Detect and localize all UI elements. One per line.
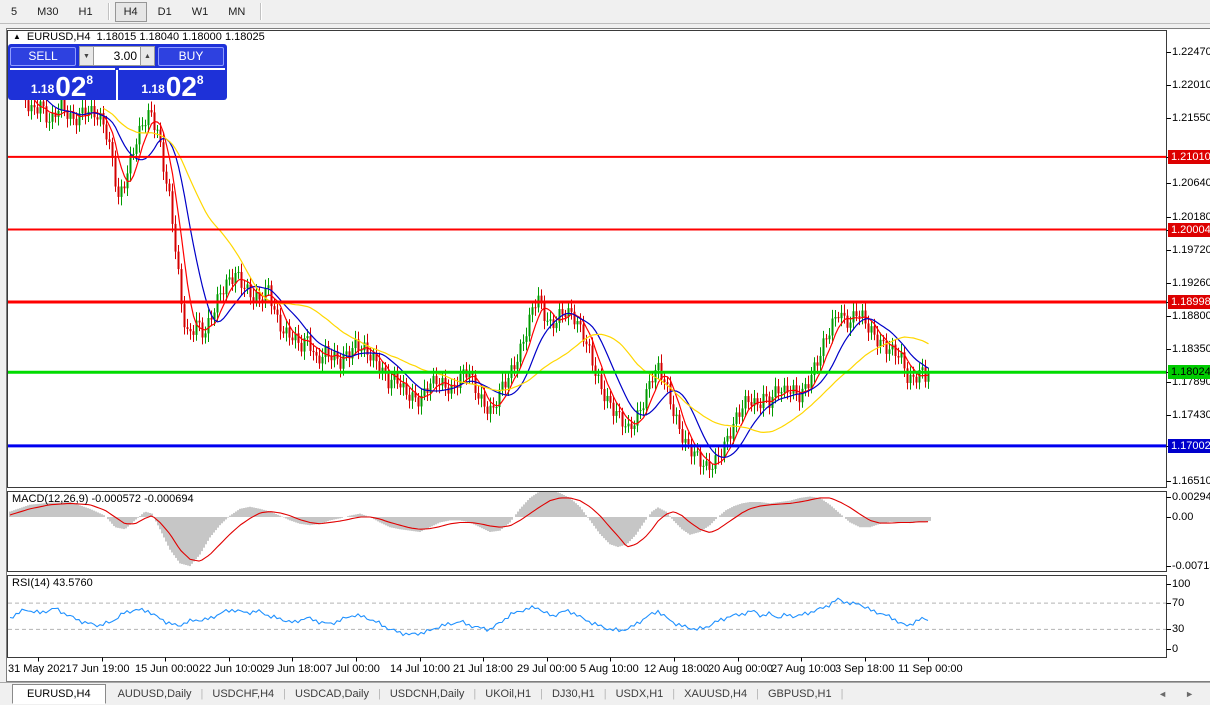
price-level-badge: 1.17002 — [1168, 439, 1210, 453]
price-axis-label: 1.19260 — [1172, 277, 1210, 289]
chart-tab[interactable]: UKOil,H1 — [477, 685, 539, 703]
chart-tab[interactable]: DJ30,H1 — [544, 685, 603, 703]
rsi-axis-label: 0 — [1172, 643, 1178, 655]
sell-price-display: 1.18 02 8 — [8, 70, 118, 100]
price-axis-label: 1.19720 — [1172, 244, 1210, 256]
rsi-panel[interactable] — [8, 576, 1166, 657]
macd-indicator-label: MACD(12,26,9) -0.000572 -0.000694 — [12, 493, 194, 505]
sell-price-sup: 8 — [86, 73, 93, 87]
time-axis-label: 11 Sep 00:00 — [898, 663, 963, 675]
volume-decrease-button[interactable]: ▼ — [79, 46, 94, 66]
time-axis-label: 7 Jun 19:00 — [72, 663, 130, 675]
tab-scroll-right-icon[interactable]: ► — [1185, 689, 1194, 699]
toolbar-separator — [108, 3, 109, 20]
time-axis-label: 29 Jun 18:00 — [262, 663, 326, 675]
buy-price-sup: 8 — [197, 73, 204, 87]
rsi-axis-label: 100 — [1172, 578, 1190, 590]
price-level-badge: 1.20004 — [1168, 223, 1210, 237]
price-axis-label: 1.17430 — [1172, 409, 1210, 421]
price-axis-label: 1.20640 — [1172, 177, 1210, 189]
chart-tab[interactable]: USDCNH,Daily — [382, 685, 473, 703]
chart-tab[interactable]: USDCAD,Daily — [287, 685, 377, 703]
price-axis-label: 1.16510 — [1172, 475, 1210, 487]
one-click-collapse-icon[interactable]: ▲ — [13, 32, 21, 42]
chart-tab-bar: EURUSD,H4AUDUSD,Daily|USDCHF,H4|USDCAD,D… — [0, 682, 1210, 705]
volume-increase-button[interactable]: ▲ — [140, 46, 155, 66]
price-axis-label: 1.22010 — [1172, 79, 1210, 91]
time-axis-label: 20 Aug 00:00 — [708, 663, 773, 675]
timeframe-h4-button[interactable]: H4 — [115, 2, 147, 22]
chart-tab-active[interactable]: EURUSD,H4 — [12, 684, 106, 704]
sell-price-small: 1.18 — [31, 82, 54, 96]
chart-tab[interactable]: AUDUSD,Daily — [110, 685, 200, 703]
rsi-axis-label: 70 — [1172, 597, 1184, 609]
chart-tab[interactable]: XAUUSD,H4 — [676, 685, 755, 703]
time-axis-label: 3 Sep 18:00 — [835, 663, 894, 675]
price-axis-label: 1.18350 — [1172, 343, 1210, 355]
chart-symbol-title: EURUSD,H4 — [27, 31, 91, 43]
chart-title-bar: ▲ EURUSD,H4 1.18015 1.18040 1.18000 1.18… — [13, 31, 265, 43]
time-axis-label: 22 Jun 10:00 — [199, 663, 263, 675]
rsi-axis-label: 30 — [1172, 623, 1184, 635]
timeframe-mn-button[interactable]: MN — [219, 2, 254, 22]
time-axis-label: 15 Jun 00:00 — [135, 663, 199, 675]
time-axis-label: 12 Aug 18:00 — [644, 663, 709, 675]
timeframe-h1-button[interactable]: H1 — [70, 2, 102, 22]
macd-axis-label: -0.007151 — [1172, 560, 1210, 572]
time-axis-label: 5 Aug 10:00 — [580, 663, 639, 675]
price-axis-label: 1.18800 — [1172, 310, 1210, 322]
chart-tab[interactable]: USDCHF,H4 — [204, 685, 282, 703]
rsi-indicator-label: RSI(14) 43.5760 — [12, 577, 93, 589]
chart-tab[interactable]: USDX,H1 — [608, 685, 672, 703]
time-axis-label: 7 Jul 00:00 — [326, 663, 380, 675]
time-axis-label: 27 Aug 10:00 — [771, 663, 836, 675]
time-axis-label: 14 Jul 10:00 — [390, 663, 450, 675]
buy-button[interactable]: BUY — [158, 47, 224, 66]
macd-axis-label: 0.00 — [1172, 511, 1193, 523]
time-axis-label: 29 Jul 00:00 — [517, 663, 577, 675]
chart-ohlc-values: 1.18015 1.18040 1.18000 1.18025 — [97, 31, 265, 43]
one-click-trading-widget: SELL ▼ ▲ BUY 1.18 02 8 1.18 02 8 — [8, 44, 227, 100]
tab-scroll-left-icon[interactable]: ◄ — [1158, 689, 1167, 699]
timeframe-toolbar: 5 M30 H1 H4 D1 W1 MN — [0, 0, 1210, 24]
tab-separator: | — [840, 688, 845, 700]
sell-price-big: 02 — [55, 73, 86, 100]
toolbar-separator — [260, 3, 261, 20]
buy-price-display: 1.18 02 8 — [118, 70, 227, 100]
timeframe-m30-button[interactable]: M30 — [28, 2, 67, 22]
time-axis-label: 31 May 2021 — [8, 663, 72, 675]
chart-tab[interactable]: GBPUSD,H1 — [760, 685, 840, 703]
timeframe-d1-button[interactable]: D1 — [149, 2, 181, 22]
sell-button[interactable]: SELL — [10, 47, 76, 66]
price-axis-label: 1.20180 — [1172, 211, 1210, 223]
price-axis-label: 1.22470 — [1172, 46, 1210, 58]
price-axis-label: 1.21550 — [1172, 112, 1210, 124]
volume-input[interactable] — [94, 46, 140, 66]
buy-price-small: 1.18 — [141, 82, 164, 96]
price-level-badge: 1.18998 — [1168, 295, 1210, 309]
buy-price-big: 02 — [166, 73, 197, 100]
price-level-badge: 1.21010 — [1168, 150, 1210, 164]
timeframe-m15-button[interactable]: 5 — [2, 2, 26, 22]
timeframe-w1-button[interactable]: W1 — [183, 2, 218, 22]
price-level-badge: 1.18024 — [1168, 365, 1210, 379]
macd-axis-label: 0.002947 — [1172, 491, 1210, 503]
time-axis-label: 21 Jul 18:00 — [453, 663, 513, 675]
